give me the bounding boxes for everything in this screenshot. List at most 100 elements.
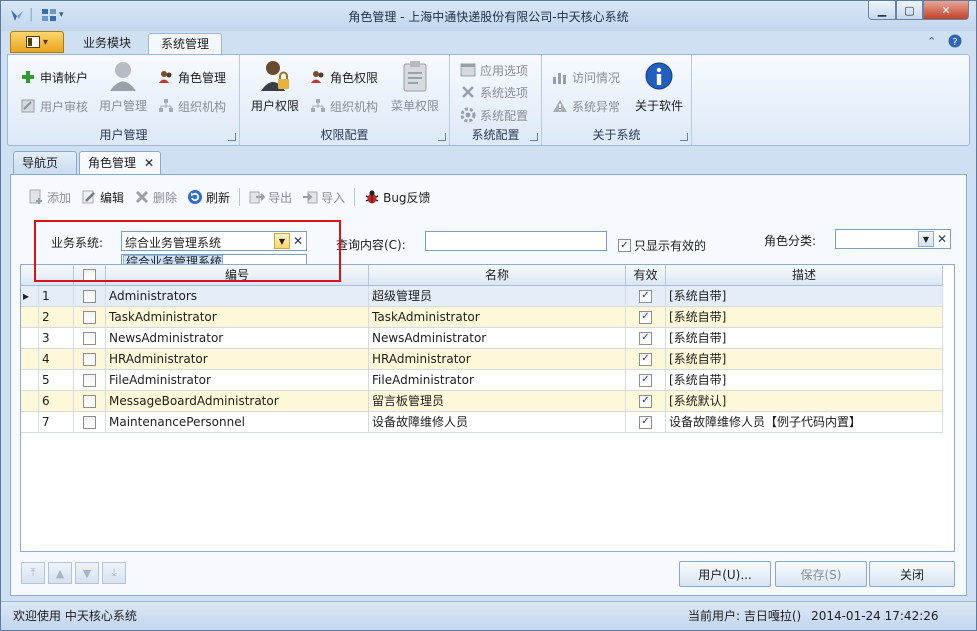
row-checkbox[interactable] (83, 352, 96, 366)
cell-desc[interactable]: [系统自带] (666, 328, 943, 349)
org-button[interactable]: 组织机构 (158, 96, 226, 116)
clear-icon[interactable]: ✕ (934, 231, 950, 247)
refresh-button[interactable]: 刷新 (182, 186, 235, 208)
col-header-valid[interactable]: 有效 (626, 265, 666, 286)
group-launcher-icon[interactable] (228, 133, 236, 141)
delete-button[interactable]: 删除 (129, 186, 182, 208)
users-button[interactable]: 用户(U)... (679, 561, 771, 587)
visits-button[interactable]: 访问情况 (552, 67, 620, 87)
apply-account-button[interactable]: 申请帐户 (20, 67, 88, 87)
cell-code[interactable]: HRAdministrator (106, 349, 369, 370)
cell-desc[interactable]: [系统自带] (666, 307, 943, 328)
sys-error-button[interactable]: 系统异常 (552, 96, 620, 116)
group-launcher-icon[interactable] (530, 133, 538, 141)
import-button[interactable]: 导入 (297, 186, 350, 208)
cell-valid[interactable]: ✓ (626, 391, 666, 412)
cell-valid[interactable]: ✓ (626, 307, 666, 328)
row-checkbox[interactable] (83, 373, 96, 387)
group-launcher-icon[interactable] (438, 133, 446, 141)
valid-checkbox[interactable]: ✓ (639, 373, 652, 387)
ribbon-tab-business[interactable]: 业务模块 (71, 33, 143, 54)
app-menu-button[interactable]: ▾ (10, 31, 64, 53)
col-header-desc[interactable]: 描述 (666, 265, 943, 286)
user-audit-button[interactable]: 用户审核 (20, 96, 88, 116)
user-perm-button[interactable]: 用户权限 (248, 59, 302, 114)
move-down-button[interactable]: ▼ (75, 562, 99, 584)
cell-valid[interactable]: ✓ (626, 349, 666, 370)
export-button[interactable]: 导出 (244, 186, 297, 208)
table-row[interactable]: 4 HRAdministrator HRAdministrator ✓ [系统自带] (21, 349, 943, 370)
category-combo[interactable]: ▼ ✕ (835, 229, 951, 249)
app-options-button[interactable]: 应用选项 (460, 60, 528, 80)
minimize-button[interactable]: ▁ (868, 1, 896, 20)
org-perm-button[interactable]: 组织机构 (310, 96, 378, 116)
cell-code[interactable]: FileAdministrator (106, 370, 369, 391)
row-checkbox[interactable] (83, 394, 96, 408)
chevron-down-icon[interactable]: ▼ (918, 231, 934, 247)
tab-navigation[interactable]: 导航页面 (13, 151, 77, 192)
cell-name[interactable]: 设备故障维修人员 (369, 412, 626, 433)
cell-desc[interactable]: [系统默认] (666, 391, 943, 412)
table-row[interactable]: 2 TaskAdministrator TaskAdministrator ✓ [系统自… (21, 307, 943, 328)
cell-name[interactable]: 留言板管理员 (369, 391, 626, 412)
maximize-button[interactable]: ▢ (896, 1, 923, 20)
cell-name[interactable]: HRAdministrator (369, 349, 626, 370)
cell-name[interactable]: TaskAdministrator (369, 307, 626, 328)
move-top-button[interactable]: ⤒ (21, 562, 45, 584)
cell-desc[interactable]: [系统自带] (666, 286, 943, 307)
cell-code[interactable]: TaskAdministrator (106, 307, 369, 328)
add-button[interactable]: 添加 (23, 186, 76, 208)
only-valid-checkbox[interactable]: ✓ (618, 239, 631, 252)
cell-code[interactable]: MessageBoardAdministrator (106, 391, 369, 412)
collapse-ribbon-icon[interactable]: ⌃ (927, 35, 936, 48)
row-checkbox[interactable] (83, 289, 96, 303)
cell-name[interactable]: 超级管理员 (369, 286, 626, 307)
about-software-button[interactable]: 关于软件 (632, 59, 686, 114)
table-row[interactable]: 6 MessageBoardAdministrator 留言板管理员 ✓ [系统默认] (21, 391, 943, 412)
query-input[interactable] (425, 231, 607, 251)
table-row[interactable]: 3 NewsAdministrator NewsAdministrator ✓ [系统自… (21, 328, 943, 349)
cell-code[interactable]: NewsAdministrator (106, 328, 369, 349)
close-button[interactable]: 关闭 (869, 561, 955, 587)
edit-button[interactable]: 编辑 (76, 186, 129, 208)
group-launcher-icon[interactable] (680, 133, 688, 141)
title-bar[interactable]: | ▾ 角色管理 - 上海中通快递股份有限公司-中天核心系统 ▁ ▢ ✕ (1, 1, 976, 31)
cell-name[interactable]: FileAdministrator (369, 370, 626, 391)
role-perm-button[interactable]: 角色权限 (310, 67, 378, 87)
cell-valid[interactable]: ✓ (626, 412, 666, 433)
col-header-name[interactable]: 名称 (369, 265, 626, 286)
row-checkbox[interactable] (83, 331, 96, 345)
bug-report-button[interactable]: Bug反馈 (359, 186, 435, 208)
cell-valid[interactable]: ✓ (626, 286, 666, 307)
valid-checkbox[interactable]: ✓ (639, 415, 652, 429)
cell-desc[interactable]: [系统自带] (666, 370, 943, 391)
cell-desc[interactable]: 设备故障维修人员【例子代码内置】 (666, 412, 943, 433)
save-button[interactable]: 保存(S) (775, 561, 867, 587)
row-checkbox[interactable] (83, 415, 96, 429)
cell-code[interactable]: Administrators (106, 286, 369, 307)
row-checkbox[interactable] (83, 310, 96, 324)
cell-valid[interactable]: ✓ (626, 370, 666, 391)
cell-desc[interactable]: [系统自带] (666, 349, 943, 370)
only-valid-toggle[interactable]: ✓ 只显示有效的 (618, 237, 706, 254)
close-tab-icon[interactable]: ✕ (144, 152, 154, 174)
move-up-button[interactable]: ▲ (48, 562, 72, 584)
menu-perm-button[interactable]: 菜单权限 (388, 59, 442, 114)
move-bottom-button[interactable]: ⤓ (102, 562, 126, 584)
role-mgmt-button[interactable]: 角色管理 (158, 67, 226, 87)
table-row[interactable]: 5 FileAdministrator FileAdministrator ✓ [系统自… (21, 370, 943, 391)
cell-code[interactable]: MaintenancePersonnel (106, 412, 369, 433)
valid-checkbox[interactable]: ✓ (639, 352, 652, 366)
user-mgmt-button[interactable]: 用户管理 (96, 59, 150, 114)
valid-checkbox[interactable]: ✓ (639, 331, 652, 345)
tab-role-mgmt[interactable]: 角色管理 ✕ (79, 151, 161, 175)
valid-checkbox[interactable]: ✓ (639, 310, 652, 324)
table-row[interactable]: ▸ 1 Administrators 超级管理员 ✓ [系统自带] (21, 286, 943, 307)
cell-valid[interactable]: ✓ (626, 328, 666, 349)
sys-options-button[interactable]: 系统选项 (460, 82, 528, 102)
close-window-button[interactable]: ✕ (923, 1, 969, 20)
valid-checkbox[interactable]: ✓ (639, 394, 652, 408)
cell-name[interactable]: NewsAdministrator (369, 328, 626, 349)
ribbon-tab-system[interactable]: 系统管理 (148, 33, 223, 54)
help-icon[interactable]: ? (948, 34, 962, 51)
